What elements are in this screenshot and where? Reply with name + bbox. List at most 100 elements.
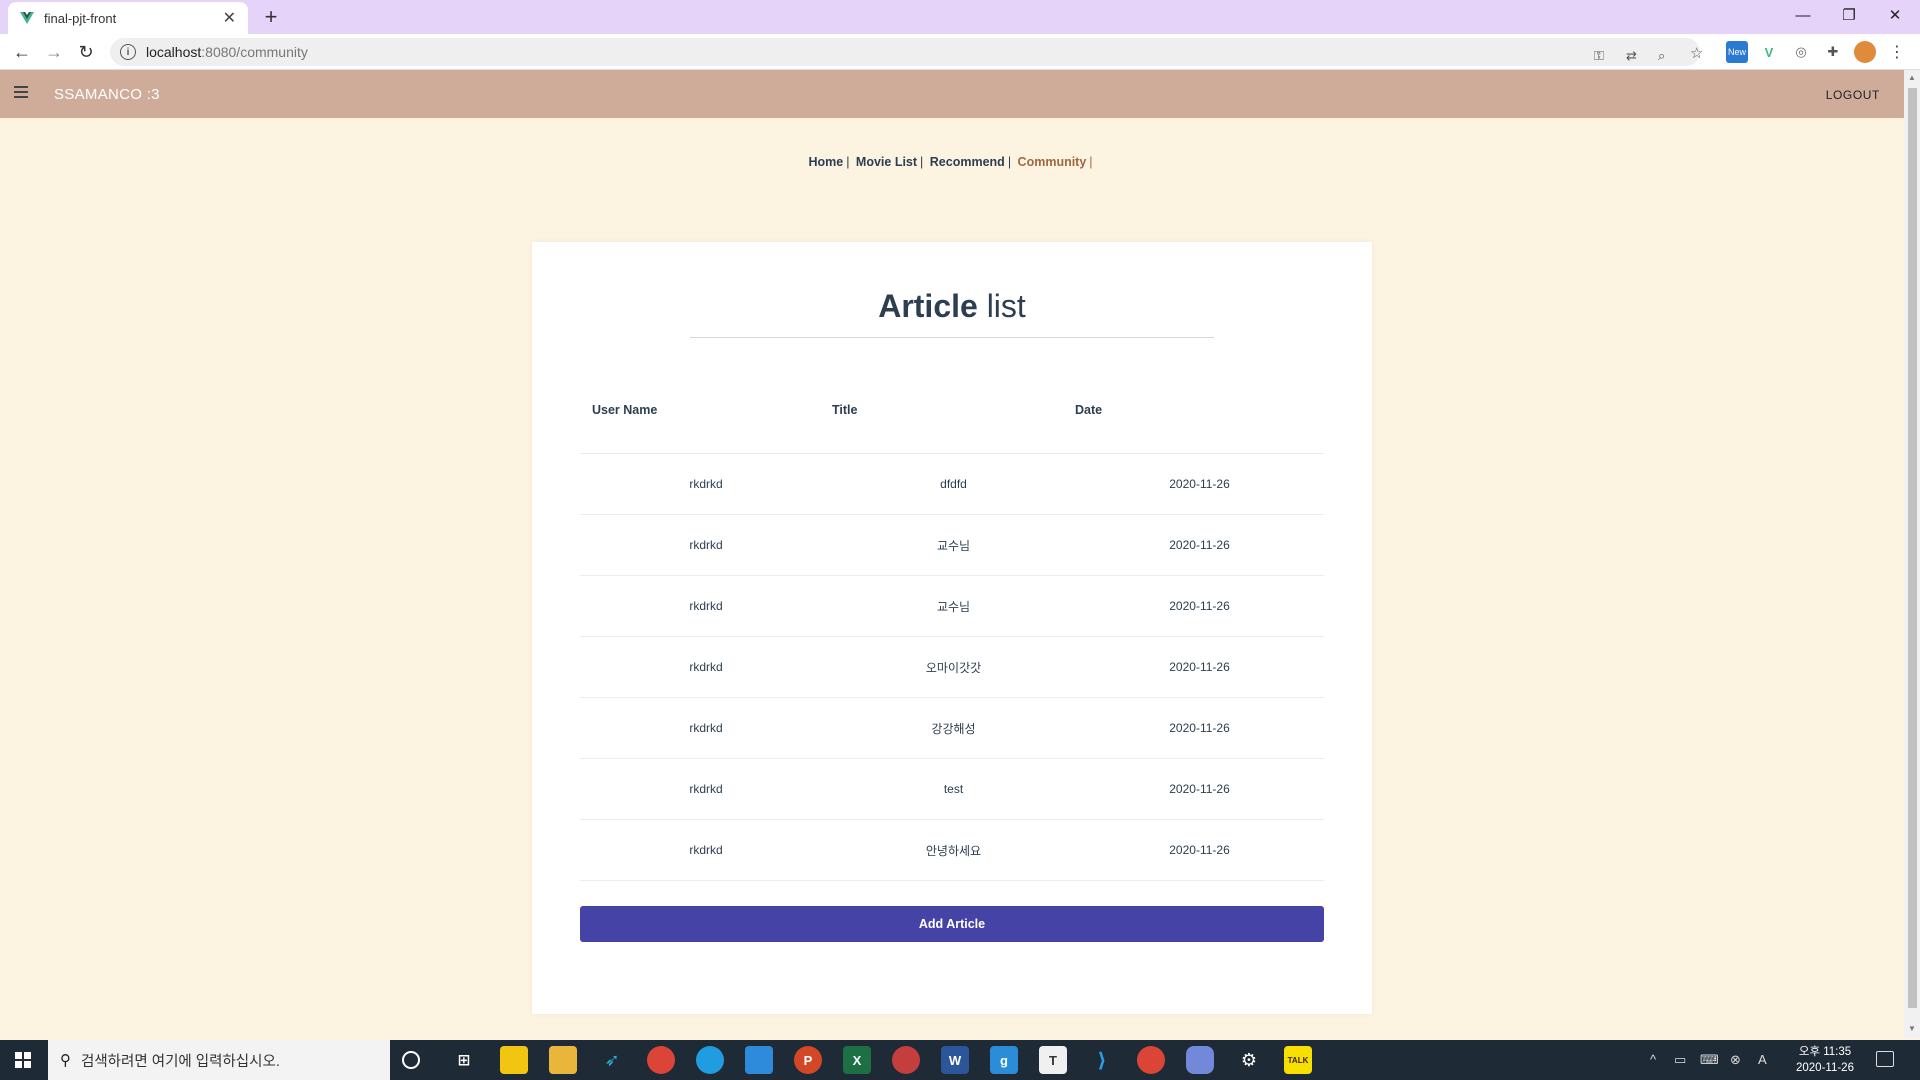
search-icon: ⚲ <box>60 1052 71 1069</box>
address-bar[interactable]: i localhost:8080/community ⚿ ⇄ ⌕ ☆ <box>110 38 1703 66</box>
nav-link-recommend[interactable]: Recommend <box>930 155 1005 169</box>
sticky-notes-icon[interactable] <box>500 1046 528 1074</box>
add-article-button[interactable]: Add Article <box>580 906 1324 942</box>
table-row[interactable]: rkdrkd dfdfd 2020-11-26 <box>580 454 1324 515</box>
cell-title[interactable]: 교수님 <box>832 537 1075 554</box>
cell-title[interactable]: test <box>832 782 1075 796</box>
column-header-date: Date <box>1075 402 1103 417</box>
cell-user: rkdrkd <box>689 538 723 552</box>
minimize-icon[interactable]: — <box>1780 0 1826 30</box>
extensions-puzzle-icon[interactable]: ✚ <box>1822 41 1844 63</box>
g-app-icon[interactable]: g <box>990 1046 1018 1074</box>
scroll-up-arrow-icon[interactable]: ▲ <box>1908 73 1916 82</box>
browser-tab[interactable]: final-pjt-front ✕ <box>8 2 248 34</box>
translate-icon[interactable]: ⇄ <box>1626 48 1637 64</box>
cell-date: 2020-11-26 <box>1169 477 1230 491</box>
cell-title[interactable]: dfdfd <box>832 477 1075 491</box>
cell-user: rkdrkd <box>689 782 723 796</box>
browser-tabstrip: final-pjt-front ✕ + — ❐ ✕ <box>0 0 1920 34</box>
browser-toolbar: ← → ↻ i localhost:8080/community ⚿ ⇄ ⌕ ☆ <box>0 34 1920 70</box>
reload-icon[interactable]: ↻ <box>72 38 100 66</box>
sub-navigation: Home | Movie List | Recommend | Community | <box>808 155 1093 169</box>
restore-icon[interactable]: ❐ <box>1826 0 1872 30</box>
cell-date: 2020-11-26 <box>1169 538 1230 552</box>
nav-link-community[interactable]: Community <box>1018 155 1087 169</box>
cell-user: rkdrkd <box>689 599 723 613</box>
logout-button[interactable]: LOGOUT <box>1826 88 1880 102</box>
profile-avatar[interactable] <box>1854 41 1876 63</box>
cell-date: 2020-11-26 <box>1169 843 1230 857</box>
article-table: User Name Title Date rkdrkd dfdfd 2020-1… <box>580 366 1324 881</box>
table-row[interactable]: rkdrkd 교수님 2020-11-26 <box>580 576 1324 637</box>
cell-title[interactable]: 강강해성 <box>832 720 1075 737</box>
chrome-icon[interactable] <box>647 1046 675 1074</box>
vue-devtools-icon[interactable]: V <box>1758 41 1780 63</box>
cell-date: 2020-11-26 <box>1169 660 1230 674</box>
clock-time: 오후 11:35 <box>1798 1046 1852 1058</box>
chrome-active-icon[interactable] <box>1137 1046 1165 1074</box>
title-divider <box>690 337 1214 338</box>
settings-gear-icon[interactable]: ⚙ <box>1235 1046 1263 1074</box>
table-row[interactable]: rkdrkd 오마이갓갓 2020-11-26 <box>580 637 1324 698</box>
network-icon[interactable]: ▭ <box>1674 1052 1686 1068</box>
ime-indicator[interactable]: A <box>1758 1052 1767 1067</box>
cell-user: rkdrkd <box>689 721 723 735</box>
vscode-icon[interactable]: ⟩ <box>1088 1046 1116 1074</box>
discord-icon[interactable] <box>1186 1046 1214 1074</box>
cortana-icon[interactable] <box>402 1051 420 1069</box>
file-explorer-icon[interactable] <box>549 1046 577 1074</box>
cell-user: rkdrkd <box>689 843 723 857</box>
bird-app-icon[interactable]: ➶ <box>598 1046 626 1074</box>
scrollbar-thumb[interactable] <box>1908 88 1917 1008</box>
cell-title[interactable]: 안녕하세요 <box>832 842 1075 859</box>
extension-globe-icon[interactable]: ◎ <box>1790 41 1812 63</box>
url-path: :8080/community <box>201 44 308 60</box>
close-tab-icon[interactable]: ✕ <box>223 8 236 28</box>
table-row[interactable]: rkdrkd 교수님 2020-11-26 <box>580 515 1324 576</box>
powerpoint-icon[interactable]: P <box>794 1046 822 1074</box>
cell-title[interactable]: 오마이갓갓 <box>832 659 1075 676</box>
typora-icon[interactable]: T <box>1039 1046 1067 1074</box>
page-scrollbar[interactable]: ▲ ▼ <box>1904 70 1920 1038</box>
table-row[interactable]: rkdrkd 안녕하세요 2020-11-26 <box>580 820 1324 881</box>
table-row[interactable]: rkdrkd 강강해성 2020-11-26 <box>580 698 1324 759</box>
url-host: localhost <box>146 44 202 60</box>
excel-icon[interactable]: X <box>843 1046 871 1074</box>
page-title: Article list <box>532 288 1372 325</box>
task-view-icon[interactable]: ⊞ <box>450 1046 478 1074</box>
word-icon[interactable]: W <box>941 1046 969 1074</box>
app-icon[interactable] <box>892 1046 920 1074</box>
back-arrow-icon[interactable]: ← <box>8 38 36 66</box>
search-placeholder: 검색하려면 여기에 입력하십시오. <box>81 1053 280 1070</box>
window-close-icon[interactable]: ✕ <box>1872 0 1918 30</box>
site-info-icon[interactable]: i <box>120 44 136 60</box>
bookmark-star-icon[interactable]: ☆ <box>1690 44 1703 62</box>
cell-title[interactable]: 교수님 <box>832 598 1075 615</box>
volume-muted-icon[interactable]: ⊗ <box>1730 1052 1741 1068</box>
scroll-down-arrow-icon[interactable]: ▼ <box>1908 1024 1916 1033</box>
hamburger-menu-icon[interactable] <box>14 86 28 98</box>
nav-link-home[interactable]: Home <box>808 155 843 169</box>
kakaotalk-icon[interactable]: TALK <box>1284 1046 1312 1074</box>
tray-chevron-icon[interactable]: ^ <box>1650 1052 1656 1067</box>
forward-arrow-icon[interactable]: → <box>40 38 68 66</box>
taskbar-search-input[interactable]: ⚲ 검색하려면 여기에 입력하십시오. <box>48 1040 390 1080</box>
cell-date: 2020-11-26 <box>1169 721 1230 735</box>
keyboard-icon[interactable]: ⌨ <box>1700 1052 1719 1068</box>
windows-start-icon[interactable] <box>0 1040 46 1080</box>
table-row[interactable]: rkdrkd test 2020-11-26 <box>580 759 1324 820</box>
column-header-title: Title <box>832 402 858 417</box>
new-tab-button[interactable]: + <box>258 4 284 30</box>
app-navbar: SSAMANCO :3 LOGOUT <box>0 70 1904 118</box>
nav-link-movie-list[interactable]: Movie List <box>856 155 917 169</box>
table-header: User Name Title Date <box>580 366 1324 454</box>
new-extension-icon[interactable]: New <box>1726 41 1748 63</box>
taskbar-clock[interactable]: 오후 11:35 2020-11-26 <box>1790 1044 1860 1076</box>
key-icon[interactable]: ⚿ <box>1594 48 1604 64</box>
edge-icon[interactable] <box>696 1046 724 1074</box>
brand-title[interactable]: SSAMANCO :3 <box>54 86 160 103</box>
zoom-icon[interactable]: ⌕ <box>1658 48 1665 64</box>
browser-menu-icon[interactable]: ⋮ <box>1886 41 1908 63</box>
store-icon[interactable] <box>745 1046 773 1074</box>
notification-icon[interactable] <box>1876 1051 1894 1067</box>
